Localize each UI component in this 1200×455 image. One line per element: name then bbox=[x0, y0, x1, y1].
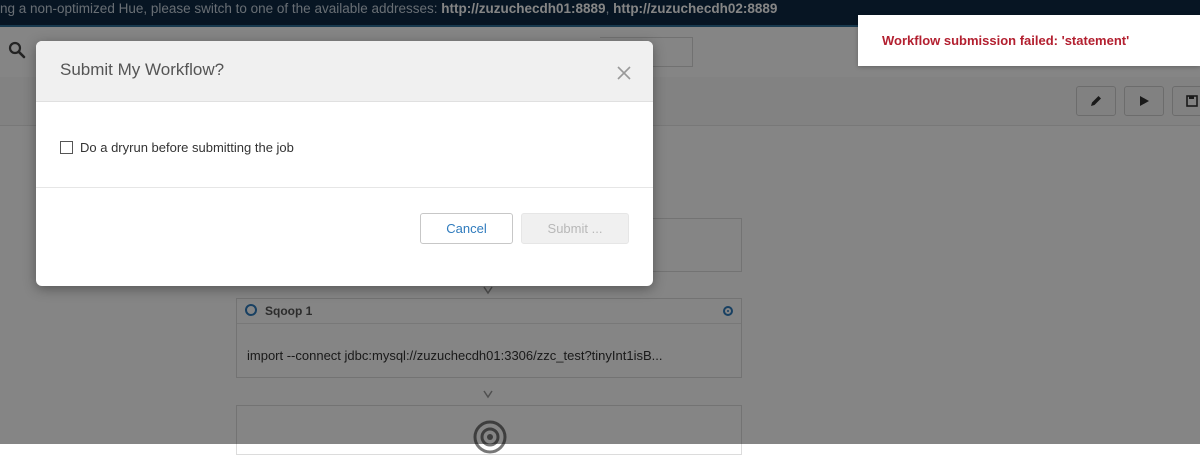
submit-button[interactable]: Submit ... bbox=[521, 213, 629, 244]
cancel-button[interactable]: Cancel bbox=[420, 213, 513, 244]
close-icon[interactable] bbox=[616, 65, 632, 81]
modal-footer: Cancel Submit ... bbox=[36, 188, 653, 286]
toast-message: Workflow submission failed: 'statement' bbox=[882, 33, 1130, 48]
dryrun-checkbox[interactable] bbox=[60, 141, 73, 154]
modal-body: Do a dryrun before submitting the job bbox=[36, 102, 653, 188]
dryrun-option: Do a dryrun before submitting the job bbox=[60, 140, 294, 155]
modal-title: Submit My Workflow? bbox=[60, 60, 225, 79]
dryrun-label[interactable]: Do a dryrun before submitting the job bbox=[80, 140, 294, 155]
modal-header: Submit My Workflow? bbox=[36, 41, 653, 102]
error-toast: Workflow submission failed: 'statement' bbox=[858, 15, 1200, 66]
submit-workflow-dialog: Submit My Workflow? Do a dryrun before s… bbox=[36, 41, 653, 286]
